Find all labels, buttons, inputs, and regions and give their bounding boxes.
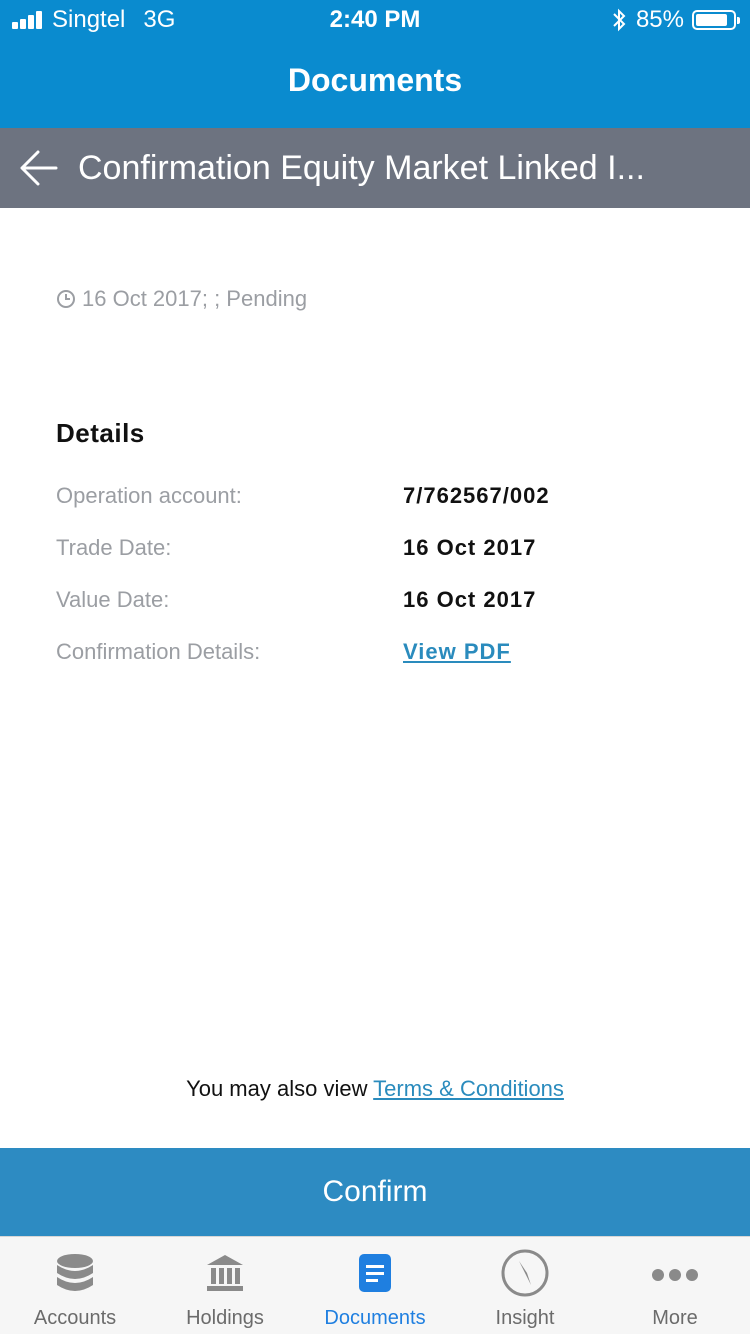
tab-more[interactable]: More (600, 1237, 750, 1334)
detail-label: Confirmation Details: (56, 639, 261, 664)
clock-icon (57, 290, 75, 308)
document-meta: 16 Oct 2017; ; Pending (56, 286, 307, 312)
tab-label: Accounts (33, 1307, 117, 1329)
back-arrow-icon (20, 150, 58, 186)
detail-label: Operation account: (56, 483, 242, 508)
page-title: Documents (287, 62, 463, 98)
sub-header: Confirmation Equity Market Linked I... (0, 128, 750, 208)
detail-row-confirmation-details: Confirmation Details: View PDF (56, 632, 706, 672)
detail-row-trade-date: Trade Date: 16 Oct 2017 (56, 528, 706, 568)
terms-link[interactable]: Terms & Conditions (373, 1076, 564, 1101)
status-right: 85% (612, 0, 740, 40)
more-icon (652, 1269, 698, 1281)
top-bar: Singtel 3G 2:40 PM 85% Documents (0, 0, 750, 128)
database-icon (57, 1254, 93, 1291)
compass-icon (501, 1249, 549, 1297)
tab-bar: Accounts Holdings Documents Insight More (0, 1236, 750, 1334)
tab-holdings[interactable]: Holdings (150, 1237, 300, 1334)
detail-row-value-date: Value Date: 16 Oct 2017 (56, 580, 706, 620)
terms-notice: You may also view Terms & Conditions (0, 1076, 750, 1102)
battery-icon (692, 10, 740, 30)
terms-prefix: You may also view (186, 1076, 374, 1101)
detail-value: 16 Oct 2017 (403, 587, 537, 612)
app-screen: Singtel 3G 2:40 PM 85% Documents Confirm… (0, 0, 750, 1334)
detail-row-operation-account: Operation account: 7/762567/002 (56, 476, 706, 516)
tab-insight[interactable]: Insight (450, 1237, 600, 1334)
bluetooth-icon (613, 8, 626, 32)
details-heading: Details (56, 418, 145, 448)
document-icon (359, 1254, 391, 1292)
detail-value: 7/762567/002 (403, 483, 550, 508)
detail-value: 16 Oct 2017 (403, 535, 537, 560)
tab-documents[interactable]: Documents (300, 1237, 450, 1334)
detail-label: Trade Date: (56, 535, 172, 560)
tab-label: Holdings (186, 1307, 264, 1329)
confirm-button[interactable]: Confirm (0, 1148, 750, 1236)
battery-percent: 85% (635, 6, 684, 33)
tab-label: Insight (495, 1307, 555, 1329)
back-button[interactable] (0, 128, 78, 208)
document-status: 16 Oct 2017; ; Pending (82, 286, 308, 311)
status-bar: Singtel 3G 2:40 PM 85% (0, 0, 750, 40)
tab-accounts[interactable]: Accounts (0, 1237, 150, 1334)
tab-label: More (652, 1307, 698, 1329)
tab-label: Documents (324, 1307, 426, 1329)
document-title: Confirmation Equity Market Linked I... (78, 148, 645, 187)
detail-label: Value Date: (56, 587, 170, 612)
bank-icon (207, 1255, 243, 1291)
view-pdf-link[interactable]: View PDF (403, 639, 511, 665)
